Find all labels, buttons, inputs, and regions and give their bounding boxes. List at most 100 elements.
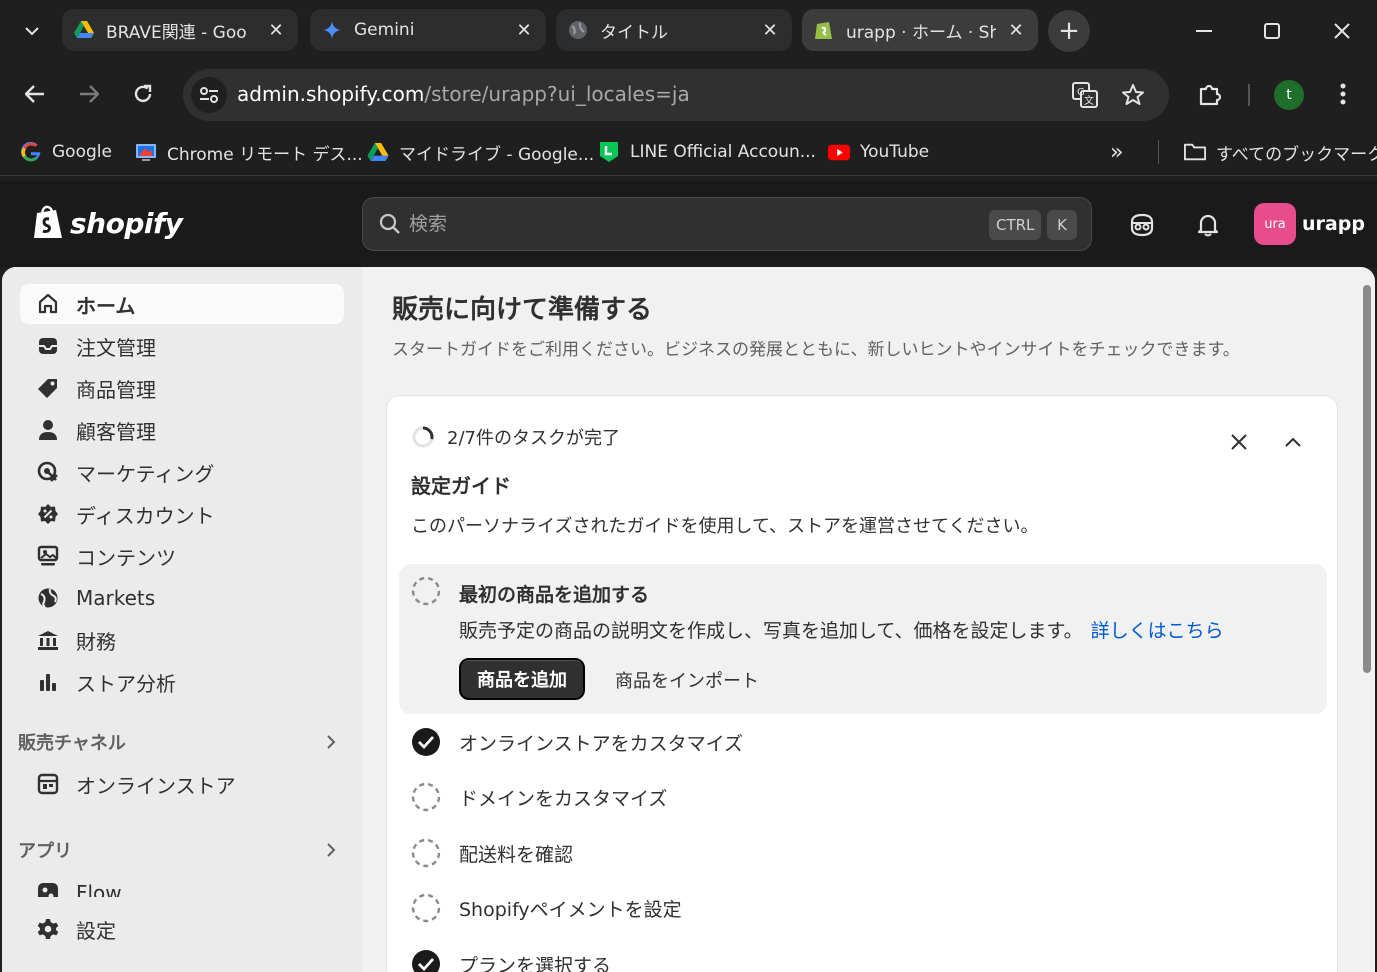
sidebar-item-online-store[interactable]: オンラインストア [20, 764, 344, 804]
close-icon[interactable]: ✕ [514, 20, 534, 41]
line-icon [598, 141, 620, 163]
extensions-button[interactable] [1192, 76, 1228, 112]
home-icon [36, 292, 60, 316]
new-tab-button[interactable]: + [1048, 10, 1090, 52]
task-setup-payments[interactable]: Shopifyペイメントを設定 [411, 892, 682, 924]
admin-search-input[interactable] [409, 210, 969, 238]
person-icon [36, 418, 60, 442]
task-label: オンラインストアをカスタマイズ [459, 732, 744, 755]
address-bar[interactable]: admin.shopify.com/store/urapp?ui_locales… [183, 69, 1169, 121]
setup-guide-card: 2/7件のタスクが完了 設定ガイド このパーソナライズされたガイドを使用して、ス… [386, 395, 1338, 972]
translate-button[interactable]: G文 [1069, 79, 1101, 111]
task-progress: 2/7件のタスクが完了 [411, 424, 620, 450]
sidebar-item-label: 設定 [76, 918, 116, 943]
close-icon[interactable]: ✕ [266, 20, 286, 41]
tab-title: タイトル [600, 22, 668, 43]
sidekick-icon [1130, 213, 1154, 237]
sidebar-item-products[interactable]: 商品管理 [20, 368, 344, 408]
maximize-button[interactable] [1252, 14, 1292, 48]
forward-button[interactable] [71, 76, 107, 112]
minimize-button[interactable] [1184, 14, 1224, 48]
task-label: Shopifyペイメントを設定 [459, 898, 682, 921]
incomplete-circle-icon[interactable] [411, 782, 441, 812]
sidebar-item-analytics[interactable]: ストア分析 [20, 662, 344, 702]
task-select-plan[interactable]: プランを選択する [411, 948, 611, 972]
task-customize-domain[interactable]: ドメインをカスタマイズ [411, 781, 667, 813]
back-button[interactable] [17, 76, 53, 112]
close-icon [1334, 23, 1350, 39]
incomplete-circle-icon[interactable] [411, 893, 441, 923]
import-products-button[interactable]: 商品をインポート [615, 664, 759, 696]
browser-tab-active[interactable]: urapp · ホーム · Sho ✕ [802, 9, 1038, 51]
site-info-button[interactable] [191, 77, 227, 113]
bookmark-youtube[interactable]: YouTube [828, 138, 929, 166]
bookmark-my-drive[interactable]: マイドライブ - Google... [367, 138, 594, 166]
bookmark-chrome-remote[interactable]: Chrome リモート デス... [135, 138, 363, 166]
tab-title: Gemini [354, 20, 415, 40]
star-icon [1122, 84, 1144, 105]
browser-tab[interactable]: タイトル ✕ [556, 9, 792, 51]
url-host: admin.shopify.com [237, 82, 425, 106]
incomplete-circle-icon[interactable] [411, 576, 441, 606]
sidekick-button[interactable] [1124, 207, 1160, 243]
tab-title: urapp · ホーム · Sho [846, 22, 996, 43]
close-icon [1231, 434, 1247, 450]
task-title[interactable]: 最初の商品を追加する [459, 580, 649, 607]
bookmark-label: Chrome リモート デス... [167, 144, 363, 165]
sidebar-item-label: コンテンツ [76, 545, 176, 570]
collapse-guide-button[interactable] [1277, 426, 1309, 458]
tab-search-button[interactable] [14, 14, 50, 48]
browser-tab[interactable]: BRAVE関連 - Goo ✕ [62, 9, 298, 51]
sidebar-item-home[interactable]: ホーム [20, 284, 344, 324]
store-name[interactable]: urapp [1302, 213, 1365, 235]
tune-icon [200, 87, 218, 103]
notifications-button[interactable] [1190, 207, 1226, 243]
reload-icon [134, 84, 152, 103]
admin-frame: ホーム 注文管理 商品管理 顧客管理 マーケティング ディスカウント コンテンツ [2, 267, 1375, 972]
page-scrollbar[interactable] [1363, 285, 1371, 673]
sidebar-item-finance[interactable]: 財務 [20, 620, 344, 660]
sidebar-item-label: 財務 [76, 629, 116, 654]
sidebar-item-markets[interactable]: Markets [20, 578, 344, 618]
window-close-button[interactable] [1322, 14, 1362, 48]
sidebar-item-flow[interactable]: Flow [20, 873, 344, 913]
bookmark-star-button[interactable] [1117, 79, 1149, 111]
store-avatar[interactable]: ura [1254, 203, 1296, 245]
dismiss-guide-button[interactable] [1223, 426, 1255, 458]
reload-button[interactable] [125, 76, 161, 112]
task-customize-online-store[interactable]: オンラインストアをカスタマイズ [411, 726, 743, 758]
store-avatar-text: ura [1264, 216, 1286, 232]
learn-more-link[interactable]: 詳しくはこちら [1091, 620, 1224, 642]
inbox-icon [36, 334, 60, 358]
sidebar-item-discounts[interactable]: ディスカウント [20, 494, 344, 534]
more-bookmarks-button[interactable]: » [1110, 140, 1123, 165]
close-icon[interactable]: ✕ [760, 20, 780, 41]
checkmark-circle-icon[interactable] [411, 949, 441, 972]
sidebar-item-content[interactable]: コンテンツ [20, 536, 344, 576]
sales-channels-header[interactable]: 販売チャネル [18, 726, 342, 758]
incomplete-circle-icon[interactable] [411, 838, 441, 868]
sidebar-item-orders[interactable]: 注文管理 [20, 326, 344, 366]
shopify-logo[interactable]: shopify [32, 205, 183, 241]
admin-search-box[interactable]: CTRL K [362, 197, 1092, 251]
sidebar-item-customers[interactable]: 顧客管理 [20, 410, 344, 450]
apps-header[interactable]: アプリ [18, 834, 342, 866]
sidebar-item-label: 顧客管理 [76, 419, 156, 444]
browser-menu-button[interactable] [1325, 76, 1361, 112]
all-bookmarks-button[interactable]: すべてのブックマーク [1184, 138, 1377, 166]
guide-title: 設定ガイド [411, 474, 511, 498]
sales-channels-label: 販売チャネル [18, 733, 126, 754]
sidebar-item-marketing[interactable]: マーケティング [20, 452, 344, 492]
close-icon[interactable]: ✕ [1006, 20, 1026, 41]
globe-icon [568, 20, 588, 40]
bookmark-line[interactable]: LINE Official Accoun... [598, 138, 816, 166]
profile-avatar[interactable]: t [1274, 80, 1304, 110]
task-review-shipping[interactable]: 配送料を確認 [411, 837, 573, 869]
bookmark-google[interactable]: Google [20, 138, 112, 166]
checkmark-circle-icon[interactable] [411, 727, 441, 757]
browser-tab-strip: BRAVE関連 - Goo ✕ Gemini ✕ タイトル ✕ urapp · … [0, 0, 1377, 62]
chevron-right-icon [327, 843, 336, 857]
browser-tab[interactable]: Gemini ✕ [310, 9, 546, 51]
add-product-button[interactable]: 商品を追加 [459, 658, 585, 700]
sidebar-item-settings[interactable]: 設定 [20, 909, 344, 949]
